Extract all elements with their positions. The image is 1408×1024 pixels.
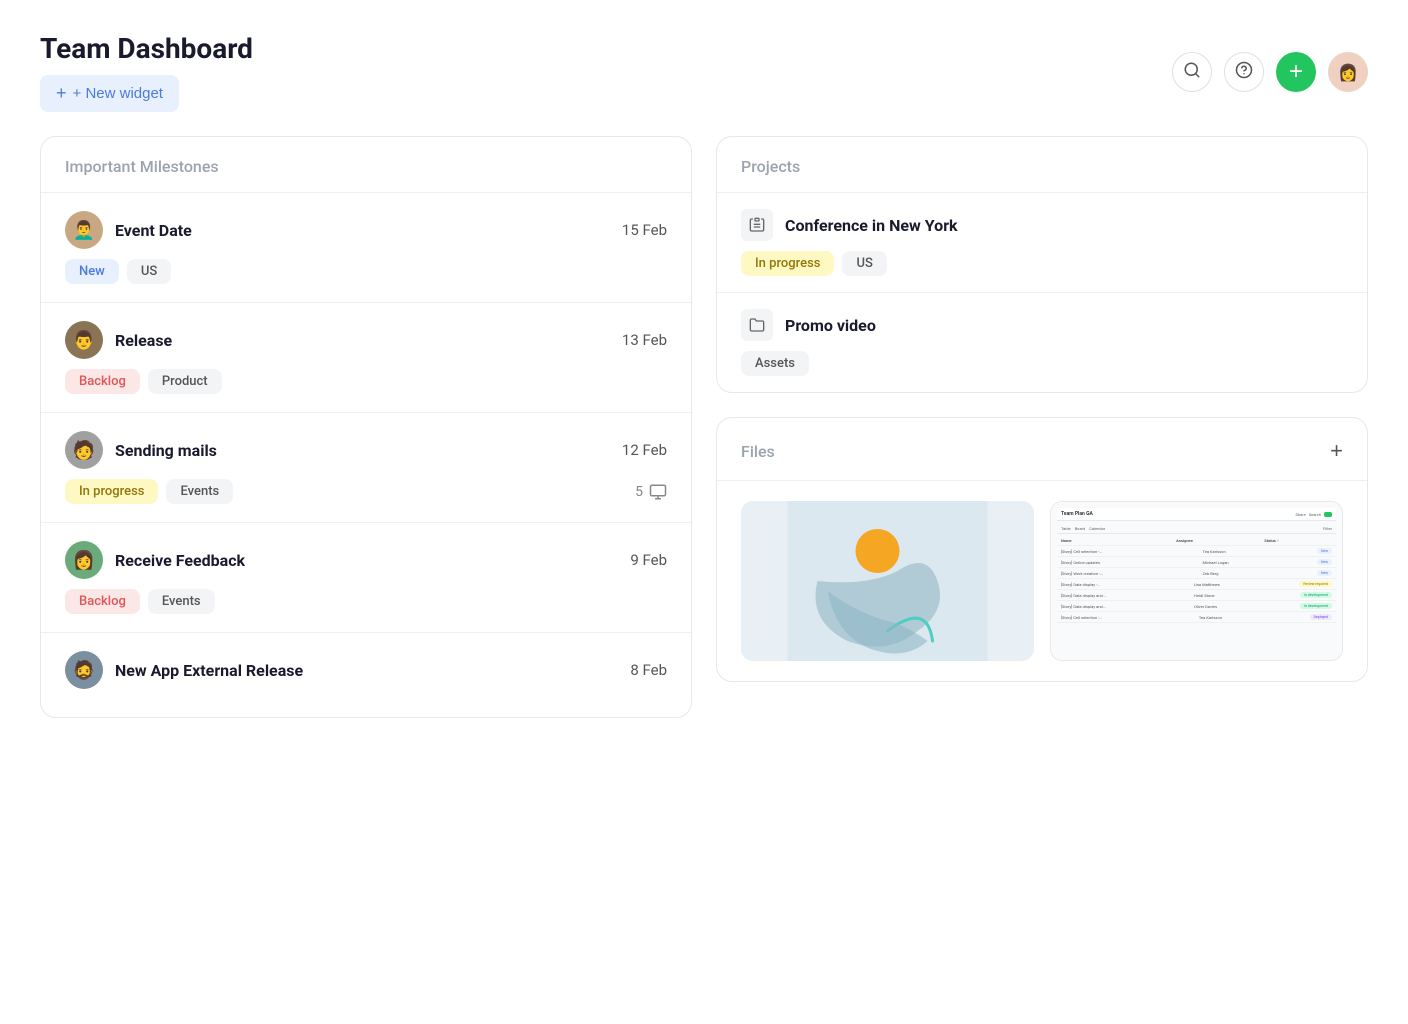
milestone-row-top: 🧔 New App External Release 8 Feb	[65, 651, 667, 689]
avatar: 👨	[65, 321, 103, 359]
milestone-right: 12 Feb	[622, 441, 667, 459]
files-add-button[interactable]: +	[1330, 438, 1343, 464]
page-title: Team Dashboard	[40, 32, 253, 65]
milestone-name: Sending mails	[115, 441, 217, 460]
milestone-tags: New US	[65, 259, 667, 284]
files-grid: Team Plan GA Share Search Table Board	[717, 481, 1367, 681]
page-header: Team Dashboard + + New widget	[40, 32, 1368, 112]
milestones-title: Important Milestones	[65, 157, 667, 176]
files-title: Files	[741, 442, 775, 461]
search-button[interactable]	[1172, 52, 1212, 92]
project-name: Conference in New York	[785, 216, 958, 235]
help-button[interactable]	[1224, 52, 1264, 92]
milestones-header: Important Milestones	[41, 137, 691, 193]
header-right: + 👩	[1172, 52, 1368, 92]
milestone-date: 8 Feb	[630, 661, 667, 679]
milestone-tags: In progress Events 5	[65, 479, 667, 504]
milestone-item: 🧑 Sending mails 12 Feb In progress Event…	[41, 413, 691, 523]
header-left: Team Dashboard + + New widget	[40, 32, 253, 112]
milestone-date: 9 Feb	[630, 551, 667, 569]
projects-header: Projects	[717, 137, 1367, 193]
milestone-item: 🧔 New App External Release 8 Feb	[41, 633, 691, 717]
milestone-name-group: 🧔 New App External Release	[65, 651, 303, 689]
tag-new[interactable]: New	[65, 259, 119, 284]
mini-screenshot-content: Team Plan GA Share Search Table Board	[1051, 502, 1342, 660]
milestones-card: Important Milestones 👨‍🦱 Event Date 15 F…	[40, 136, 692, 718]
milestone-row-top: 👨 Release 13 Feb	[65, 321, 667, 359]
milestone-row-top: 👨‍🦱 Event Date 15 Feb	[65, 211, 667, 249]
milestone-date: 15 Feb	[622, 221, 667, 239]
milestone-name: New App External Release	[115, 661, 303, 680]
right-column: Projects Conference in New York	[716, 136, 1368, 682]
files-header: Files +	[717, 418, 1367, 481]
milestone-name-group: 👨‍🦱 Event Date	[65, 211, 192, 249]
milestone-extra: 5	[635, 483, 667, 501]
project-name-row: Promo video	[741, 309, 1343, 341]
file-thumbnail-screenshot[interactable]: Team Plan GA Share Search Table Board	[1050, 501, 1343, 661]
milestone-tags: Backlog Product	[65, 369, 667, 394]
avatar: 🧔	[65, 651, 103, 689]
milestone-item: 👩 Receive Feedback 9 Feb Backlog Events	[41, 523, 691, 633]
milestone-name: Receive Feedback	[115, 551, 245, 570]
avatar: 👩	[65, 541, 103, 579]
milestone-name-group: 👩 Receive Feedback	[65, 541, 245, 579]
tag-events[interactable]: Events	[148, 589, 215, 614]
tag-backlog[interactable]: Backlog	[65, 589, 140, 614]
project-icon-clipboard	[741, 209, 773, 241]
search-icon	[1183, 61, 1201, 84]
tag-assets[interactable]: Assets	[741, 351, 809, 376]
projects-card: Projects Conference in New York	[716, 136, 1368, 393]
files-card: Files +	[716, 417, 1368, 682]
new-widget-button[interactable]: + + New widget	[40, 75, 179, 112]
milestone-date: 12 Feb	[622, 441, 667, 459]
project-name: Promo video	[785, 316, 876, 335]
file-thumbnail-art[interactable]	[741, 501, 1034, 661]
project-item: Conference in New York In progress US	[717, 193, 1367, 293]
help-icon	[1235, 61, 1253, 84]
milestone-name-group: 👨 Release	[65, 321, 172, 359]
tag-inprogress[interactable]: In progress	[65, 479, 158, 504]
milestone-tags: Backlog Events	[65, 589, 667, 614]
milestone-name: Event Date	[115, 221, 192, 240]
milestone-name-group: 🧑 Sending mails	[65, 431, 217, 469]
plus-icon: +	[56, 83, 67, 104]
milestone-item: 👨 Release 13 Feb Backlog Product	[41, 303, 691, 413]
main-grid: Important Milestones 👨‍🦱 Event Date 15 F…	[40, 136, 1368, 718]
projects-title: Projects	[741, 157, 1343, 176]
tag-events[interactable]: Events	[166, 479, 233, 504]
milestone-row-top: 👩 Receive Feedback 9 Feb	[65, 541, 667, 579]
tag-backlog[interactable]: Backlog	[65, 369, 140, 394]
milestone-item: 👨‍🦱 Event Date 15 Feb New US	[41, 193, 691, 303]
tag-us[interactable]: US	[127, 259, 171, 284]
milestone-row-top: 🧑 Sending mails 12 Feb	[65, 431, 667, 469]
project-tags: Assets	[741, 351, 1343, 376]
milestone-date: 13 Feb	[622, 331, 667, 349]
user-avatar[interactable]: 👩	[1328, 52, 1368, 92]
new-widget-label: + New widget	[73, 85, 163, 102]
milestone-name: Release	[115, 331, 172, 350]
add-icon: +	[1289, 60, 1303, 84]
project-name-row: Conference in New York	[741, 209, 1343, 241]
abstract-art	[741, 501, 1034, 661]
project-tags: In progress US	[741, 251, 1343, 276]
tag-us[interactable]: US	[842, 251, 886, 276]
add-button[interactable]: +	[1276, 52, 1316, 92]
project-item: Promo video Assets	[717, 293, 1367, 392]
project-icon-folder	[741, 309, 773, 341]
avatar: 🧑	[65, 431, 103, 469]
tag-product[interactable]: Product	[148, 369, 222, 394]
tag-inprogress[interactable]: In progress	[741, 251, 834, 276]
avatar: 👨‍🦱	[65, 211, 103, 249]
